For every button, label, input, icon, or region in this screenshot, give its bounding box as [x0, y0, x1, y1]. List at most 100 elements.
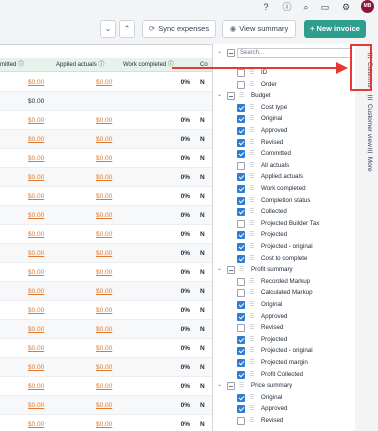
drag-handle-icon[interactable]: ☰ [249, 150, 254, 158]
drag-handle-icon[interactable]: ☰ [249, 347, 254, 355]
drag-handle-icon[interactable]: ☰ [249, 301, 254, 309]
drag-handle-icon[interactable]: ☰ [249, 417, 254, 425]
table-row[interactable]: $0.00 $0.00 0% N [0, 149, 212, 168]
column-item[interactable]: ☰ Original [213, 392, 355, 404]
column-item[interactable]: ☰ Original [213, 113, 355, 125]
column-item[interactable]: ☰ Completion status [213, 195, 355, 207]
column-item[interactable]: ☰ Recorded Markup [213, 276, 355, 288]
committed-cell[interactable]: $0.00 [28, 111, 44, 130]
table-row[interactable]: $0.00 $0.00 0% N [0, 263, 212, 282]
table-row[interactable]: $0.00 $0.00 0% N [0, 320, 212, 339]
committed-cell[interactable]: $0.00 [28, 282, 44, 301]
committed-cell[interactable]: $0.00 [28, 396, 44, 415]
committed-cell[interactable]: $0.00 [28, 73, 44, 92]
drag-handle-icon[interactable]: ☰ [249, 81, 254, 89]
column-item[interactable]: ☰ Revised [213, 415, 355, 427]
column-checkbox[interactable] [237, 289, 245, 298]
column-checkbox[interactable] [237, 417, 245, 425]
committed-cell[interactable]: $0.00 [28, 263, 44, 282]
chevron-down-icon[interactable]: ⌄ [217, 90, 222, 102]
column-checkbox[interactable] [227, 266, 235, 275]
applied-actuals-cell[interactable]: $0.00 [96, 263, 112, 282]
drag-handle-icon[interactable]: ☰ [249, 220, 254, 228]
drag-handle-icon[interactable]: ☰ [249, 162, 254, 170]
drag-handle-icon[interactable]: ☰ [249, 139, 254, 147]
table-row[interactable]: $0.00 $0.00 0% N [0, 377, 212, 396]
column-checkbox[interactable] [237, 219, 245, 228]
column-checkbox[interactable] [227, 92, 235, 101]
header-committed[interactable]: mitted ⓘ [0, 58, 24, 72]
column-item[interactable]: ☰ All actuals [213, 160, 355, 172]
column-item[interactable]: ☰ Revised [213, 322, 355, 334]
column-checkbox[interactable] [227, 382, 235, 391]
column-item[interactable]: ☰ Projected margin [213, 357, 355, 369]
column-item[interactable]: ☰ Applied actuals [213, 171, 355, 183]
column-item[interactable]: ☰ Original [213, 299, 355, 311]
table-row[interactable]: $0.00 $0.00 0% N [0, 73, 212, 92]
column-item[interactable]: ☰ Approved [213, 403, 355, 415]
drag-handle-icon[interactable]: ☰ [249, 231, 254, 239]
column-item[interactable]: ☰ Projected [213, 229, 355, 241]
committed-cell[interactable]: $0.00 [28, 206, 44, 225]
table-row[interactable]: $0.00 $0.00 0% N [0, 301, 212, 320]
column-checkbox[interactable] [237, 359, 245, 367]
committed-cell[interactable]: $0.00 [28, 301, 44, 320]
applied-actuals-cell[interactable]: $0.00 [96, 149, 112, 168]
header-applied-actuals[interactable]: Applied actuals ⓘ [56, 58, 104, 72]
drag-handle-icon[interactable]: ☰ [249, 69, 254, 77]
table-row[interactable]: $0.00 $0.00 0% N [0, 187, 212, 206]
chat-icon[interactable]: ▭ [320, 2, 330, 12]
column-checkbox[interactable] [237, 196, 245, 205]
column-item[interactable]: ☰ Profit Collected [213, 369, 355, 381]
table-row[interactable]: $0.00 $0.00 0% N [0, 396, 212, 415]
sync-expenses-button[interactable]: ⟳ Sync expenses [142, 20, 216, 38]
drag-handle-icon[interactable]: ☰ [249, 359, 254, 367]
table-row[interactable]: $0.00 $0.00 0% N [0, 168, 212, 187]
drag-handle-icon[interactable]: ☰ [249, 173, 254, 181]
info-icon[interactable]: ⓘ [282, 2, 292, 12]
drag-handle-icon[interactable]: ☰ [249, 185, 254, 193]
table-row[interactable]: $0.00 $0.00 0% N [0, 111, 212, 130]
committed-cell[interactable]: $0.00 [28, 244, 44, 263]
column-item[interactable]: ☰ Projected Builder Tax [213, 218, 355, 230]
column-item[interactable]: ☰ Calculated Markup [213, 287, 355, 299]
column-checkbox[interactable] [237, 254, 245, 263]
column-item[interactable]: ☰ Projected [213, 334, 355, 346]
table-row[interactable]: $0.00 $0.00 0% N [0, 415, 212, 431]
drag-handle-icon[interactable]: ☰ [249, 289, 254, 297]
header-work-completed[interactable]: Work completed ⓘ [123, 58, 174, 72]
column-checkbox[interactable] [237, 370, 245, 379]
column-group[interactable]: ⌄ ☰ Budget [213, 90, 355, 102]
tab-customer-view[interactable]: ☰ Customer view [359, 94, 373, 147]
column-checkbox[interactable] [237, 243, 245, 251]
column-item[interactable]: ☰ Collected [213, 206, 355, 218]
drag-handle-icon[interactable]: ☰ [239, 266, 244, 274]
drag-handle-icon[interactable]: ☰ [249, 115, 254, 123]
committed-cell[interactable]: $0.00 [28, 225, 44, 244]
committed-cell[interactable]: $0.00 [28, 377, 44, 396]
help-icon[interactable]: ? [261, 2, 271, 12]
column-checkbox[interactable] [237, 138, 245, 147]
committed-cell[interactable]: $0.00 [28, 339, 44, 358]
table-row[interactable]: $0.00 $0.00 0% N [0, 130, 212, 149]
drag-handle-icon[interactable]: ☰ [249, 104, 254, 112]
drag-handle-icon[interactable]: ☰ [249, 313, 254, 321]
applied-actuals-cell[interactable]: $0.00 [96, 301, 112, 320]
drag-handle-icon[interactable]: ☰ [249, 243, 254, 251]
avatar[interactable]: MB [361, 0, 374, 13]
column-checkbox[interactable] [237, 335, 245, 344]
column-search-input[interactable]: Search... [237, 48, 351, 58]
column-checkbox[interactable] [237, 347, 245, 356]
column-checkbox[interactable] [237, 277, 245, 286]
table-row[interactable]: $0.00 $0.00 0% N [0, 206, 212, 225]
drag-handle-icon[interactable]: ☰ [239, 92, 244, 100]
committed-cell[interactable]: $0.00 [28, 187, 44, 206]
drag-handle-icon[interactable]: ☰ [249, 208, 254, 216]
column-checkbox[interactable] [237, 103, 245, 112]
applied-actuals-cell[interactable]: $0.00 [96, 73, 112, 92]
column-item[interactable]: ☰ Projected - original [213, 241, 355, 253]
applied-actuals-cell[interactable]: $0.00 [96, 415, 112, 431]
table-row[interactable]: $0.00 $0.00 0% N [0, 244, 212, 263]
applied-actuals-cell[interactable]: $0.00 [96, 168, 112, 187]
drag-handle-icon[interactable]: ☰ [249, 278, 254, 286]
